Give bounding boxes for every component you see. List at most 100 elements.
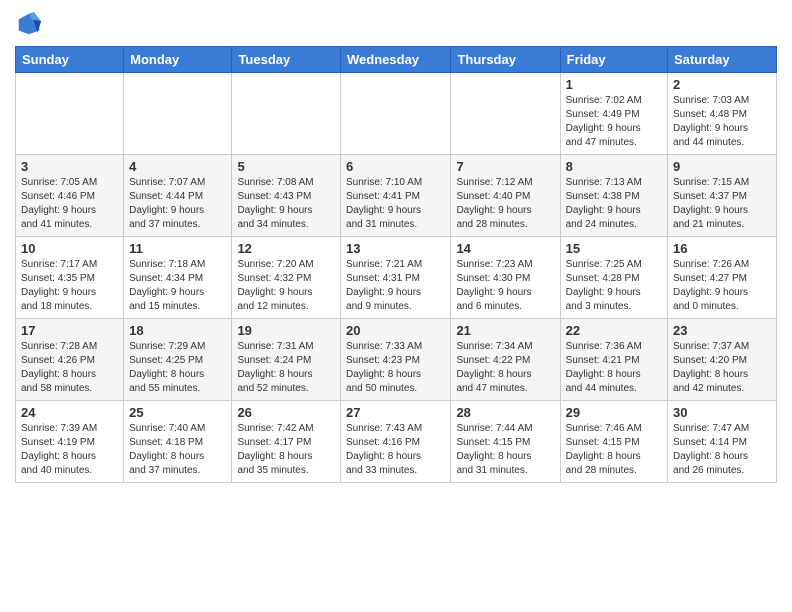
day-number: 25: [129, 405, 226, 420]
calendar-cell: 25 Sunrise: 7:40 AM Sunset: 4:18 PM Dayli…: [124, 401, 232, 483]
calendar-cell: [451, 73, 560, 155]
day-info: Sunrise: 7:20 AM Sunset: 4:32 PM Dayligh…: [237, 258, 335, 314]
calendar-cell: 15 Sunrise: 7:25 AM Sunset: 4:28 PM Dayli…: [560, 237, 667, 319]
day-info: Sunrise: 7:18 AM Sunset: 4:34 PM Dayligh…: [129, 258, 226, 314]
day-info: Sunrise: 7:43 AM Sunset: 4:16 PM Dayligh…: [346, 422, 445, 478]
calendar-cell: 1 Sunrise: 7:02 AM Sunset: 4:49 PM Daylig…: [560, 73, 667, 155]
day-info: Sunrise: 7:28 AM Sunset: 4:26 PM Dayligh…: [21, 340, 118, 396]
calendar-cell: 27 Sunrise: 7:43 AM Sunset: 4:16 PM Dayli…: [341, 401, 451, 483]
day-info: Sunrise: 7:25 AM Sunset: 4:28 PM Dayligh…: [566, 258, 662, 314]
weekday-header-monday: Monday: [124, 47, 232, 73]
day-info: Sunrise: 7:46 AM Sunset: 4:15 PM Dayligh…: [566, 422, 662, 478]
day-number: 28: [456, 405, 554, 420]
day-info: Sunrise: 7:13 AM Sunset: 4:38 PM Dayligh…: [566, 176, 662, 232]
day-number: 20: [346, 323, 445, 338]
weekday-header-friday: Friday: [560, 47, 667, 73]
calendar-cell: [16, 73, 124, 155]
calendar-cell: 21 Sunrise: 7:34 AM Sunset: 4:22 PM Dayli…: [451, 319, 560, 401]
day-info: Sunrise: 7:08 AM Sunset: 4:43 PM Dayligh…: [237, 176, 335, 232]
calendar-cell: 30 Sunrise: 7:47 AM Sunset: 4:14 PM Dayli…: [668, 401, 777, 483]
day-info: Sunrise: 7:02 AM Sunset: 4:49 PM Dayligh…: [566, 94, 662, 150]
day-number: 1: [566, 77, 662, 92]
day-info: Sunrise: 7:37 AM Sunset: 4:20 PM Dayligh…: [673, 340, 771, 396]
page: SundayMondayTuesdayWednesdayThursdayFrid…: [0, 0, 792, 612]
day-number: 8: [566, 159, 662, 174]
day-info: Sunrise: 7:34 AM Sunset: 4:22 PM Dayligh…: [456, 340, 554, 396]
calendar: SundayMondayTuesdayWednesdayThursdayFrid…: [15, 46, 777, 483]
calendar-cell: 28 Sunrise: 7:44 AM Sunset: 4:15 PM Dayli…: [451, 401, 560, 483]
day-number: 23: [673, 323, 771, 338]
week-row-1: 3 Sunrise: 7:05 AM Sunset: 4:46 PM Daylig…: [16, 155, 777, 237]
calendar-cell: 12Sunrise: 7:20 AM Sunset: 4:32 PM Dayli…: [232, 237, 341, 319]
calendar-cell: 2 Sunrise: 7:03 AM Sunset: 4:48 PM Daylig…: [668, 73, 777, 155]
calendar-cell: 3 Sunrise: 7:05 AM Sunset: 4:46 PM Daylig…: [16, 155, 124, 237]
day-number: 5: [237, 159, 335, 174]
day-info: Sunrise: 7:40 AM Sunset: 4:18 PM Dayligh…: [129, 422, 226, 478]
day-number: 27: [346, 405, 445, 420]
day-info: Sunrise: 7:29 AM Sunset: 4:25 PM Dayligh…: [129, 340, 226, 396]
calendar-cell: 6 Sunrise: 7:10 AM Sunset: 4:41 PM Daylig…: [341, 155, 451, 237]
day-info: Sunrise: 7:12 AM Sunset: 4:40 PM Dayligh…: [456, 176, 554, 232]
day-info: Sunrise: 7:26 AM Sunset: 4:27 PM Dayligh…: [673, 258, 771, 314]
day-info: Sunrise: 7:36 AM Sunset: 4:21 PM Dayligh…: [566, 340, 662, 396]
calendar-cell: 24 Sunrise: 7:39 AM Sunset: 4:19 PM Dayli…: [16, 401, 124, 483]
day-info: Sunrise: 7:44 AM Sunset: 4:15 PM Dayligh…: [456, 422, 554, 478]
day-number: 14: [456, 241, 554, 256]
calendar-cell: 10Sunrise: 7:17 AM Sunset: 4:35 PM Dayli…: [16, 237, 124, 319]
day-info: Sunrise: 7:23 AM Sunset: 4:30 PM Dayligh…: [456, 258, 554, 314]
weekday-header-row: SundayMondayTuesdayWednesdayThursdayFrid…: [16, 47, 777, 73]
day-number: 30: [673, 405, 771, 420]
day-info: Sunrise: 7:17 AM Sunset: 4:35 PM Dayligh…: [21, 258, 118, 314]
calendar-cell: 7Sunrise: 7:12 AM Sunset: 4:40 PM Daylig…: [451, 155, 560, 237]
day-number: 16: [673, 241, 771, 256]
week-row-2: 10Sunrise: 7:17 AM Sunset: 4:35 PM Dayli…: [16, 237, 777, 319]
calendar-cell: 4Sunrise: 7:07 AM Sunset: 4:44 PM Daylig…: [124, 155, 232, 237]
logo-icon: [15, 10, 43, 38]
calendar-cell: 26 Sunrise: 7:42 AM Sunset: 4:17 PM Dayli…: [232, 401, 341, 483]
calendar-cell: 11 Sunrise: 7:18 AM Sunset: 4:34 PM Dayli…: [124, 237, 232, 319]
day-info: Sunrise: 7:07 AM Sunset: 4:44 PM Dayligh…: [129, 176, 226, 232]
calendar-cell: 14 Sunrise: 7:23 AM Sunset: 4:30 PM Dayli…: [451, 237, 560, 319]
day-number: 26: [237, 405, 335, 420]
day-number: 11: [129, 241, 226, 256]
calendar-cell: 16 Sunrise: 7:26 AM Sunset: 4:27 PM Dayli…: [668, 237, 777, 319]
day-info: Sunrise: 7:39 AM Sunset: 4:19 PM Dayligh…: [21, 422, 118, 478]
logo: [15, 10, 47, 38]
weekday-header-thursday: Thursday: [451, 47, 560, 73]
calendar-cell: 17 Sunrise: 7:28 AM Sunset: 4:26 PM Dayli…: [16, 319, 124, 401]
calendar-cell: 5 Sunrise: 7:08 AM Sunset: 4:43 PM Daylig…: [232, 155, 341, 237]
calendar-cell: 19Sunrise: 7:31 AM Sunset: 4:24 PM Dayli…: [232, 319, 341, 401]
day-number: 13: [346, 241, 445, 256]
day-info: Sunrise: 7:31 AM Sunset: 4:24 PM Dayligh…: [237, 340, 335, 396]
week-row-0: 1 Sunrise: 7:02 AM Sunset: 4:49 PM Daylig…: [16, 73, 777, 155]
day-number: 6: [346, 159, 445, 174]
week-row-4: 24 Sunrise: 7:39 AM Sunset: 4:19 PM Dayli…: [16, 401, 777, 483]
weekday-header-sunday: Sunday: [16, 47, 124, 73]
calendar-cell: [341, 73, 451, 155]
day-info: Sunrise: 7:10 AM Sunset: 4:41 PM Dayligh…: [346, 176, 445, 232]
day-number: 18: [129, 323, 226, 338]
day-number: 24: [21, 405, 118, 420]
calendar-cell: 22 Sunrise: 7:36 AM Sunset: 4:21 PM Dayli…: [560, 319, 667, 401]
day-number: 21: [456, 323, 554, 338]
day-info: Sunrise: 7:15 AM Sunset: 4:37 PM Dayligh…: [673, 176, 771, 232]
day-number: 17: [21, 323, 118, 338]
day-info: Sunrise: 7:42 AM Sunset: 4:17 PM Dayligh…: [237, 422, 335, 478]
weekday-header-saturday: Saturday: [668, 47, 777, 73]
day-number: 2: [673, 77, 771, 92]
calendar-cell: 18 Sunrise: 7:29 AM Sunset: 4:25 PM Dayli…: [124, 319, 232, 401]
day-number: 22: [566, 323, 662, 338]
weekday-header-wednesday: Wednesday: [341, 47, 451, 73]
weekday-header-tuesday: Tuesday: [232, 47, 341, 73]
calendar-cell: 29Sunrise: 7:46 AM Sunset: 4:15 PM Dayli…: [560, 401, 667, 483]
day-number: 3: [21, 159, 118, 174]
day-info: Sunrise: 7:21 AM Sunset: 4:31 PM Dayligh…: [346, 258, 445, 314]
day-number: 15: [566, 241, 662, 256]
day-info: Sunrise: 7:33 AM Sunset: 4:23 PM Dayligh…: [346, 340, 445, 396]
day-info: Sunrise: 7:05 AM Sunset: 4:46 PM Dayligh…: [21, 176, 118, 232]
day-info: Sunrise: 7:03 AM Sunset: 4:48 PM Dayligh…: [673, 94, 771, 150]
calendar-cell: 13 Sunrise: 7:21 AM Sunset: 4:31 PM Dayli…: [341, 237, 451, 319]
calendar-cell: 8 Sunrise: 7:13 AM Sunset: 4:38 PM Daylig…: [560, 155, 667, 237]
day-info: Sunrise: 7:47 AM Sunset: 4:14 PM Dayligh…: [673, 422, 771, 478]
calendar-cell: 9Sunrise: 7:15 AM Sunset: 4:37 PM Daylig…: [668, 155, 777, 237]
